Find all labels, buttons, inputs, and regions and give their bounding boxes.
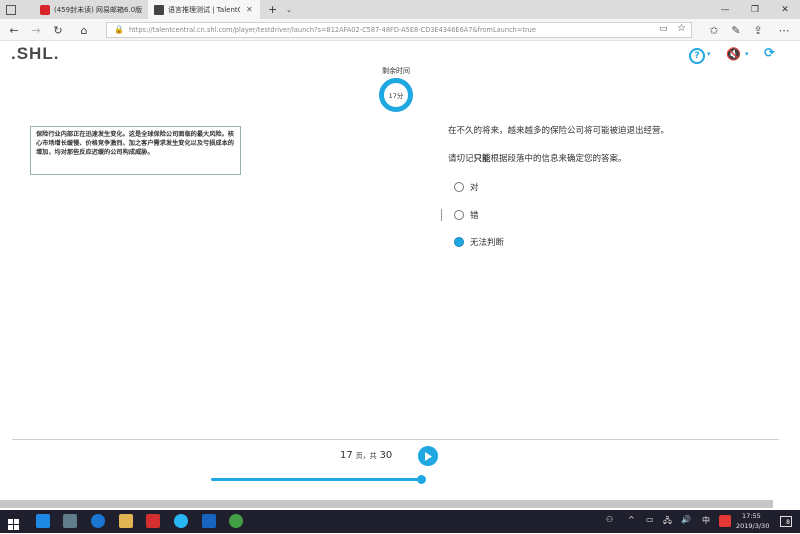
home-icon[interactable]: ⌂: [76, 22, 92, 38]
shl-favicon-icon: [154, 4, 164, 15]
help-icon[interactable]: ?: [689, 48, 705, 64]
sound-chevron-icon[interactable]: ▾: [745, 50, 749, 58]
instruction-prefix: 请切记: [448, 154, 474, 164]
tab-list-chevron-icon[interactable]: ⌄: [280, 0, 294, 19]
footer-divider: [12, 439, 779, 440]
close-window-icon[interactable]: ✕: [770, 0, 800, 19]
more-icon[interactable]: ⋯: [776, 22, 792, 38]
instruction-bold: 只能: [473, 154, 491, 164]
option-cannot-say[interactable]: 无法判断: [454, 236, 504, 248]
volume-icon[interactable]: 🔊: [681, 515, 691, 524]
total-pages: 30: [379, 450, 393, 461]
people-icon[interactable]: ⚇: [606, 515, 613, 524]
edge-icon[interactable]: [36, 514, 50, 528]
share-icon[interactable]: ⇪: [750, 22, 766, 38]
chrome-icon[interactable]: [229, 514, 243, 528]
tab-test-label: 语言推理测试 | TalentC: [168, 5, 240, 14]
maximize-icon[interactable]: ❐: [740, 0, 770, 19]
forward-icon[interactable]: →: [28, 22, 44, 38]
qq-browser-icon[interactable]: [174, 514, 188, 528]
new-tab-button[interactable]: +: [262, 0, 278, 19]
favorite-icon[interactable]: ☆: [677, 23, 686, 34]
page-horizontal-scrollbar[interactable]: [0, 500, 773, 508]
option-true-label: 对: [470, 183, 479, 193]
passage-text: 保险行业内部正在迅速发生变化。这是全球保险公司面临的最大风险。核心市场增长缓慢、…: [36, 131, 234, 156]
explorer-icon[interactable]: [119, 514, 133, 528]
help-chevron-icon[interactable]: ▾: [707, 50, 711, 58]
timer-ring: 17分: [379, 78, 413, 112]
passage-box: 保险行业内部正在迅速发生变化。这是全球保险公司面临的最大风险。核心市场增长缓慢、…: [30, 126, 241, 175]
option-false[interactable]: 错: [454, 209, 479, 221]
radio-true[interactable]: [454, 182, 464, 192]
address-bar-row: ← → ↻ ⌂ 🔒 https://talentcentral.cn.shl.c…: [0, 19, 800, 41]
question-statement: 在不久的将来，越来越多的保险公司将可能被迫退出经营。: [448, 126, 670, 136]
windows-start-icon[interactable]: [8, 515, 19, 530]
instruction-suffix: 根据段落中的信息来确定您的答案。: [490, 154, 627, 164]
option-false-label: 错: [470, 211, 479, 221]
refresh-icon[interactable]: ↻: [50, 22, 66, 38]
page-text: 页，共: [355, 452, 377, 460]
favorites-list-icon[interactable]: ✩: [706, 22, 722, 38]
radio-false[interactable]: [454, 210, 464, 220]
close-tab-icon[interactable]: ✕: [246, 5, 253, 14]
progress-bar: [211, 478, 423, 481]
play-arrow-icon: [425, 451, 432, 461]
mail-favicon-icon: [40, 4, 50, 15]
lock-icon: 🔒: [114, 25, 124, 34]
ime-indicator[interactable]: 中: [702, 515, 710, 526]
tab-mail-label: (459封未读) 网易邮箱6.0版: [54, 5, 143, 14]
page-indicator: 17 页，共 30: [340, 450, 392, 461]
notification-count: 8: [786, 519, 790, 526]
notes-icon[interactable]: ✎: [728, 22, 744, 38]
netease-icon[interactable]: [146, 514, 160, 528]
progress-knob: [417, 475, 426, 484]
battery-icon: ▭: [646, 515, 654, 524]
url-field[interactable]: 🔒 https://talentcentral.cn.shl.com/playe…: [106, 22, 692, 38]
clock-date[interactable]: 2019/3/30: [736, 522, 769, 530]
text-cursor: [441, 209, 442, 221]
exit-icon[interactable]: ⟳: [764, 46, 775, 61]
timer-value: 17分: [388, 92, 404, 100]
sound-off-icon[interactable]: 🔇: [726, 47, 741, 61]
shl-logo: .SHL.: [11, 44, 60, 63]
tab-actions[interactable]: [0, 0, 28, 19]
input-method-icon[interactable]: [719, 515, 731, 527]
store-icon[interactable]: [63, 514, 77, 528]
option-cannot-say-label: 无法判断: [470, 238, 505, 248]
tab-test[interactable]: 语言推理测试 | TalentC ✕: [148, 0, 260, 19]
browser-tab-strip: (459封未读) 网易邮箱6.0版 语言推理测试 | TalentC ✕ + ⌄…: [0, 0, 800, 19]
timer-label: 剩余时间: [382, 67, 410, 75]
current-page: 17: [340, 450, 353, 461]
reading-view-icon[interactable]: ▭: [659, 24, 668, 34]
foxmail-icon[interactable]: [202, 514, 216, 528]
app-header: [0, 41, 800, 67]
tray-chevron-icon[interactable]: ^: [628, 515, 635, 524]
radio-cannot-say[interactable]: [454, 237, 464, 247]
tab-actions-icon: [6, 4, 16, 15]
next-button[interactable]: [418, 446, 438, 466]
url-text: https://talentcentral.cn.shl.com/player/…: [129, 26, 536, 34]
clock-time[interactable]: 17:55: [742, 512, 761, 520]
back-icon[interactable]: ←: [6, 22, 22, 38]
notification-center-icon[interactable]: 8: [780, 516, 792, 527]
instruction-text: 请切记只能根据段落中的信息来确定您的答案。: [448, 152, 627, 164]
kugou-icon[interactable]: [91, 514, 105, 528]
option-true[interactable]: 对: [454, 181, 479, 193]
network-icon[interactable]: 🖧: [663, 515, 672, 529]
tab-mail[interactable]: (459封未读) 网易邮箱6.0版: [34, 0, 148, 19]
minimize-icon[interactable]: —: [710, 0, 740, 19]
